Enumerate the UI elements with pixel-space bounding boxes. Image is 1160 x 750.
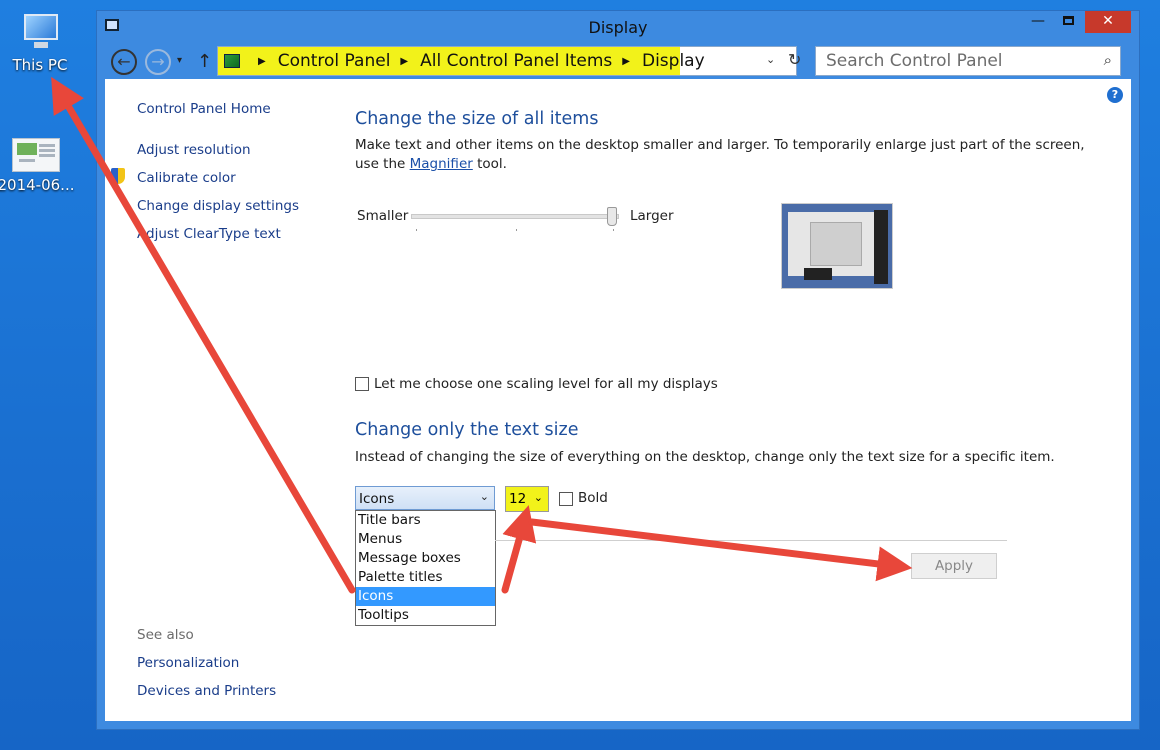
- desktop-icon-file[interactable]: 2014-06...: [0, 138, 76, 194]
- sidebar-item-cleartype[interactable]: Adjust ClearType text: [137, 226, 281, 242]
- image-file-icon: [12, 138, 60, 172]
- up-button[interactable]: ↑: [197, 51, 212, 72]
- bold-label: Bold: [578, 490, 608, 506]
- divider: [495, 540, 1007, 541]
- magnifier-link[interactable]: Magnifier: [410, 156, 473, 172]
- minimize-button[interactable]: —: [1025, 11, 1051, 33]
- dropdown-option[interactable]: Title bars: [356, 511, 495, 530]
- dropdown-option[interactable]: Palette titles: [356, 568, 495, 587]
- breadcrumb: ▶ Control Panel ▶ All Control Panel Item…: [224, 51, 705, 71]
- search-input[interactable]: Search Control Panel ⌕: [815, 46, 1121, 76]
- desktop-icon-label: 2014-06...: [0, 176, 75, 194]
- navigation-bar: ← → ▾ ↑ ▶ Control Panel ▶ All Control Pa…: [97, 43, 1139, 77]
- search-placeholder: Search Control Panel: [826, 51, 1003, 71]
- apply-button[interactable]: Apply: [911, 553, 997, 579]
- text-size-description: Instead of changing the size of everythi…: [355, 449, 1055, 465]
- address-dropdown-button[interactable]: ⌄: [766, 53, 775, 66]
- sidebar-item-change-display-settings[interactable]: Change display settings: [137, 198, 299, 214]
- close-button[interactable]: ✕: [1085, 11, 1131, 33]
- item-dropdown-list: Title bars Menus Message boxes Palette t…: [355, 510, 496, 626]
- font-size-value: 12: [509, 491, 527, 507]
- scale-slider-thumb[interactable]: [607, 207, 617, 226]
- text-size-heading: Change only the text size: [355, 420, 579, 440]
- sidebar-item-home[interactable]: Control Panel Home: [137, 101, 271, 117]
- desktop-icon-this-pc[interactable]: This PC: [0, 12, 80, 74]
- dropdown-option[interactable]: Message boxes: [356, 549, 495, 568]
- maximize-icon: [1062, 16, 1074, 25]
- display-preview-image: [781, 203, 893, 289]
- dropdown-option[interactable]: Tooltips: [356, 606, 495, 625]
- window-title: Display: [588, 18, 648, 37]
- chevron-right-icon[interactable]: ▶: [622, 56, 630, 67]
- dropdown-option[interactable]: Menus: [356, 530, 495, 549]
- sidebar-item-calibrate-color[interactable]: Calibrate color: [137, 170, 236, 186]
- dropdown-option-selected[interactable]: Icons: [356, 587, 495, 606]
- item-select-value: Icons: [359, 491, 395, 507]
- slider-tick: [613, 229, 614, 231]
- maximize-button[interactable]: [1055, 11, 1081, 33]
- size-description-line2: use the Magnifier tool.: [355, 156, 507, 172]
- text: use the: [355, 156, 410, 172]
- scaling-checkbox-label: Let me choose one scaling level for all …: [374, 376, 718, 392]
- slider-tick: [416, 229, 417, 231]
- forward-button[interactable]: →: [145, 49, 171, 75]
- bold-checkbox[interactable]: [559, 492, 573, 506]
- shield-icon: [111, 168, 125, 184]
- back-button[interactable]: ←: [111, 49, 137, 75]
- title-bar[interactable]: Display — ✕: [97, 11, 1139, 43]
- chevron-right-icon[interactable]: ▶: [258, 56, 266, 67]
- chevron-down-icon[interactable]: ⌄: [480, 490, 489, 503]
- desktop-icon-label: This PC: [12, 56, 68, 74]
- text: tool.: [472, 156, 507, 172]
- help-icon[interactable]: ?: [1107, 87, 1123, 103]
- sidebar-item-personalization[interactable]: Personalization: [137, 655, 239, 671]
- size-description: Make text and other items on the desktop…: [355, 137, 1085, 153]
- breadcrumb-display[interactable]: Display: [642, 51, 705, 71]
- scaling-checkbox[interactable]: [355, 377, 369, 391]
- control-panel-icon: [224, 54, 240, 68]
- chevron-right-icon[interactable]: ▶: [400, 56, 408, 67]
- slider-larger-label: Larger: [630, 208, 674, 224]
- search-icon[interactable]: ⌕: [1104, 51, 1112, 69]
- slider-smaller-label: Smaller: [357, 208, 409, 224]
- item-select[interactable]: Icons ⌄: [355, 486, 495, 510]
- sidebar-item-adjust-resolution[interactable]: Adjust resolution: [137, 142, 251, 158]
- breadcrumb-control-panel[interactable]: Control Panel: [278, 51, 391, 71]
- sidebar-item-devices-printers[interactable]: Devices and Printers: [137, 683, 276, 699]
- size-heading: Change the size of all items: [355, 109, 599, 129]
- breadcrumb-all-items[interactable]: All Control Panel Items: [420, 51, 612, 71]
- refresh-button[interactable]: ↻: [788, 50, 801, 69]
- content-area: ? Control Panel Home Adjust resolution C…: [105, 79, 1131, 721]
- scale-slider-track[interactable]: [411, 214, 619, 219]
- recent-locations-dropdown[interactable]: ▾: [177, 55, 182, 66]
- display-window: Display — ✕ ← → ▾ ↑ ▶ Control Panel ▶ Al…: [96, 10, 1140, 730]
- font-size-select[interactable]: 12 ⌄: [505, 486, 549, 512]
- chevron-down-icon[interactable]: ⌄: [534, 491, 543, 504]
- slider-tick: [516, 229, 517, 231]
- computer-icon: [18, 12, 62, 52]
- address-bar[interactable]: ▶ Control Panel ▶ All Control Panel Item…: [217, 46, 801, 76]
- see-also-heading: See also: [137, 627, 194, 643]
